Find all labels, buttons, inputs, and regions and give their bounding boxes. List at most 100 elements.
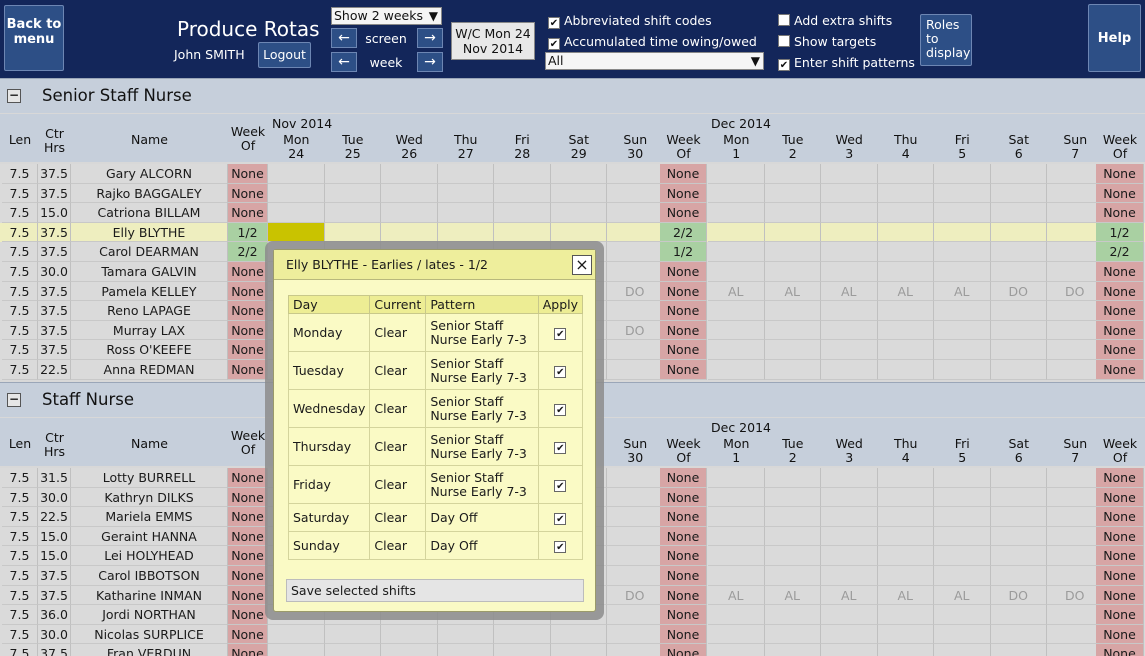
shift-cell[interactable] bbox=[551, 644, 607, 656]
shift-cell[interactable] bbox=[550, 164, 607, 184]
shift-cell[interactable] bbox=[268, 624, 325, 645]
shift-cell[interactable] bbox=[764, 320, 821, 341]
shift-cell[interactable] bbox=[877, 566, 934, 586]
shift-cell[interactable] bbox=[708, 203, 765, 223]
week-of-cell[interactable]: None bbox=[660, 183, 707, 204]
shift-cell[interactable] bbox=[821, 566, 878, 586]
week-of-cell[interactable]: 1/2 bbox=[660, 242, 707, 262]
week-of-cell[interactable]: None bbox=[1096, 566, 1144, 586]
shift-cell[interactable] bbox=[607, 262, 664, 282]
shift-cell[interactable] bbox=[990, 262, 1047, 282]
shift-cell[interactable] bbox=[934, 183, 991, 204]
shift-cell[interactable] bbox=[268, 203, 325, 223]
shift-cell[interactable]: AL bbox=[764, 281, 821, 302]
shift-cell[interactable]: DO bbox=[607, 281, 664, 302]
shift-cell[interactable] bbox=[821, 468, 878, 488]
shift-cell[interactable] bbox=[877, 468, 934, 488]
show-targets-checkbox[interactable]: Show targets bbox=[778, 34, 876, 49]
weeks-select[interactable]: Show 2 weeks ▼ bbox=[331, 7, 442, 25]
shift-cell[interactable] bbox=[607, 507, 664, 527]
shift-cell[interactable] bbox=[494, 624, 551, 645]
abbreviated-codes-checkbox[interactable]: ✔ Abbreviated shift codes bbox=[548, 13, 712, 29]
shift-cell[interactable] bbox=[934, 222, 991, 243]
shift-cell[interactable] bbox=[708, 320, 765, 341]
week-of-cell[interactable]: 1/2 bbox=[228, 222, 268, 243]
shift-cell[interactable] bbox=[494, 183, 551, 204]
week-of-cell[interactable]: None bbox=[660, 360, 707, 380]
shift-cell[interactable] bbox=[990, 507, 1047, 527]
shift-cell[interactable]: AL bbox=[877, 281, 934, 302]
add-extra-shifts-checkbox[interactable]: Add extra shifts bbox=[778, 13, 892, 28]
shift-cell[interactable] bbox=[708, 526, 765, 547]
shift-cell[interactable]: AL bbox=[877, 585, 934, 606]
week-of-cell[interactable]: 2/2 bbox=[228, 242, 268, 262]
week-of-cell[interactable]: None bbox=[660, 526, 707, 547]
week-of-cell[interactable]: None bbox=[1096, 487, 1144, 508]
shift-cell[interactable] bbox=[324, 183, 381, 204]
shift-cell[interactable] bbox=[550, 222, 607, 243]
shift-cell[interactable] bbox=[268, 222, 325, 243]
week-of-cell[interactable]: 2/2 bbox=[660, 222, 707, 243]
shift-cell[interactable] bbox=[934, 320, 991, 341]
week-of-cell[interactable]: None bbox=[1096, 320, 1144, 341]
week-of-cell[interactable]: None bbox=[1096, 585, 1144, 606]
shift-cell[interactable] bbox=[607, 644, 664, 656]
shift-cell[interactable] bbox=[607, 203, 664, 223]
shift-cell[interactable] bbox=[764, 487, 821, 508]
week-of-cell[interactable]: None bbox=[660, 605, 707, 625]
week-of-cell[interactable]: None bbox=[1096, 546, 1144, 566]
shift-cell[interactable]: AL bbox=[708, 585, 765, 606]
week-of-cell[interactable]: None bbox=[228, 203, 268, 223]
apply-checkbox[interactable]: ✔ bbox=[554, 403, 567, 416]
shift-cell[interactable] bbox=[934, 644, 991, 656]
apply-checkbox[interactable]: ✔ bbox=[554, 479, 567, 492]
shift-cell[interactable] bbox=[381, 644, 438, 656]
screen-next-button[interactable]: → bbox=[417, 28, 443, 48]
shift-cell[interactable] bbox=[607, 487, 664, 508]
shift-cell[interactable] bbox=[268, 183, 325, 204]
shift-cell[interactable] bbox=[990, 183, 1047, 204]
collapse-toggle-icon[interactable]: − bbox=[7, 89, 21, 103]
shift-cell[interactable] bbox=[877, 203, 934, 223]
week-of-cell[interactable]: None bbox=[1096, 605, 1144, 625]
shift-cell[interactable] bbox=[877, 183, 934, 204]
shift-cell[interactable] bbox=[821, 183, 878, 204]
shift-cell[interactable] bbox=[325, 644, 381, 656]
week-of-cell[interactable]: None bbox=[660, 546, 707, 566]
shift-cell[interactable] bbox=[494, 644, 551, 656]
shift-cell[interactable] bbox=[990, 605, 1047, 625]
apply-checkbox[interactable]: ✔ bbox=[554, 540, 567, 553]
shift-cell[interactable] bbox=[708, 507, 765, 527]
save-selected-shifts-button[interactable]: Save selected shifts bbox=[286, 579, 584, 602]
shift-cell[interactable] bbox=[764, 360, 821, 380]
shift-cell[interactable] bbox=[381, 624, 438, 645]
week-commencing-button[interactable]: W/C Mon 24 Nov 2014 bbox=[451, 22, 535, 60]
shift-cell[interactable] bbox=[708, 340, 765, 360]
shift-cell[interactable] bbox=[764, 340, 821, 360]
week-of-cell[interactable]: None bbox=[1096, 624, 1144, 645]
shift-cell[interactable]: DO bbox=[607, 320, 664, 341]
shift-cell[interactable] bbox=[821, 262, 878, 282]
week-of-cell[interactable]: None bbox=[228, 262, 268, 282]
shift-cell[interactable] bbox=[381, 203, 438, 223]
table-row[interactable]: 7.5 15.0 Catriona BILLAM None None None bbox=[0, 203, 1145, 223]
table-row[interactable]: 7.5 37.5 Elly BLYTHE 1/2 2/2 1/2 bbox=[0, 222, 1145, 243]
shift-cell[interactable] bbox=[877, 526, 934, 547]
week-of-cell[interactable]: None bbox=[228, 644, 268, 656]
shift-cell[interactable] bbox=[550, 183, 607, 204]
shift-cell[interactable] bbox=[764, 624, 821, 645]
shift-cell[interactable] bbox=[877, 301, 934, 321]
week-of-cell[interactable]: None bbox=[228, 526, 268, 547]
week-of-cell[interactable]: None bbox=[1096, 507, 1144, 527]
week-of-cell[interactable]: None bbox=[228, 507, 268, 527]
shift-cell[interactable] bbox=[607, 183, 664, 204]
shift-cell[interactable] bbox=[437, 203, 494, 223]
week-of-cell[interactable]: None bbox=[228, 585, 268, 606]
week-of-cell[interactable]: None bbox=[660, 468, 707, 488]
apply-checkbox[interactable]: ✔ bbox=[554, 512, 567, 525]
shift-cell[interactable] bbox=[934, 546, 991, 566]
shift-cell[interactable] bbox=[437, 164, 494, 184]
shift-cell[interactable] bbox=[934, 360, 991, 380]
week-of-cell[interactable]: None bbox=[228, 624, 268, 645]
week-of-cell[interactable]: None bbox=[228, 546, 268, 566]
